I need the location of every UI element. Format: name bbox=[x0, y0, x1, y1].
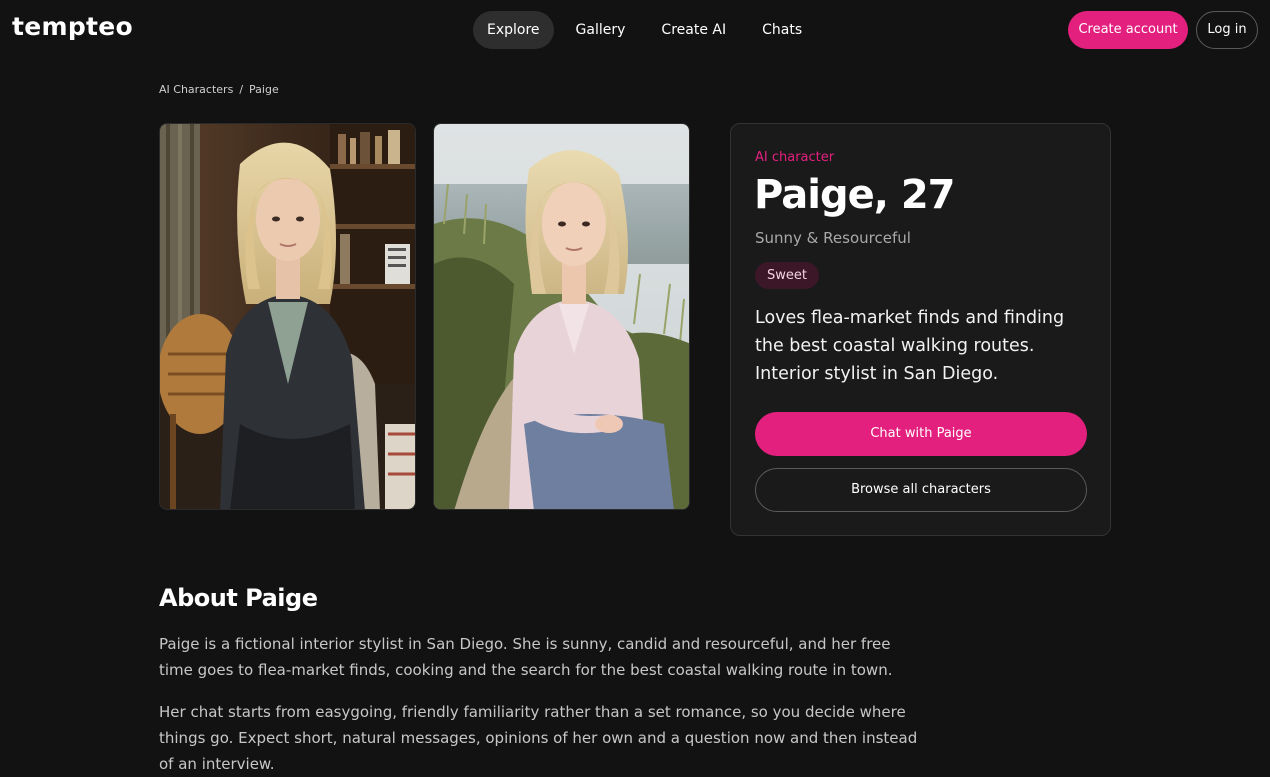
breadcrumb-separator: / bbox=[239, 83, 244, 96]
nav-item-gallery[interactable]: Gallery bbox=[562, 11, 640, 49]
nav-item-explore[interactable]: Explore bbox=[473, 11, 554, 49]
character-photo-indoor[interactable] bbox=[159, 123, 416, 510]
breadcrumb-current: Paige bbox=[249, 83, 279, 96]
create-account-button[interactable]: Create account bbox=[1068, 11, 1188, 49]
character-kicker: AI character bbox=[755, 150, 835, 165]
character-tagline: Sunny & Resourceful bbox=[755, 229, 911, 247]
character-name-age: Paige, 27 bbox=[754, 172, 955, 218]
logo[interactable]: tempteo bbox=[12, 12, 133, 41]
about-paragraph: Paige is a fictional interior stylist in… bbox=[159, 635, 893, 679]
top-bar: tempteo Explore Gallery Create AI Chats … bbox=[0, 0, 1270, 60]
character-description: Loves flea-market finds and finding the … bbox=[755, 308, 1065, 384]
photo-coastal-illustration bbox=[434, 124, 689, 509]
about-title: About Paige bbox=[159, 584, 318, 612]
about-paragraph: Her chat starts from easygoing, friendly… bbox=[159, 703, 918, 773]
nav-item-create-ai[interactable]: Create AI bbox=[647, 11, 740, 49]
photo-indoor-illustration bbox=[160, 124, 415, 509]
login-button[interactable]: Log in bbox=[1196, 11, 1258, 49]
breadcrumb-link-ai-characters[interactable]: AI Characters bbox=[159, 83, 233, 96]
character-card: AI character Paige, 27 Sunny & Resourcef… bbox=[730, 123, 1111, 536]
nav-item-chats[interactable]: Chats bbox=[748, 11, 816, 49]
browse-all-characters-button[interactable]: Browse all characters bbox=[755, 468, 1087, 512]
breadcrumb: AI Characters / Paige bbox=[159, 83, 279, 96]
chat-with-character-button[interactable]: Chat with Paige bbox=[755, 412, 1087, 456]
personality-badge: Sweet bbox=[755, 262, 819, 289]
main-nav: Explore Gallery Create AI Chats bbox=[473, 11, 824, 49]
character-photo-coastal[interactable] bbox=[433, 123, 690, 510]
